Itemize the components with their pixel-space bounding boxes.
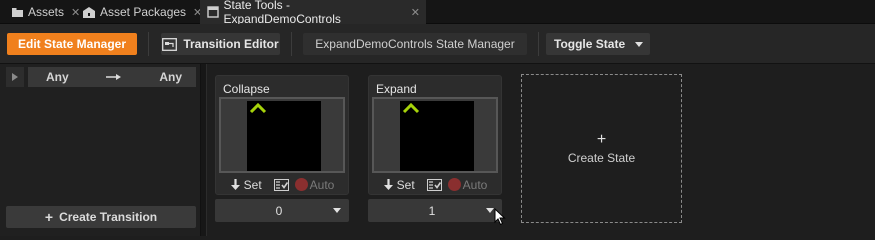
state-card-collapse[interactable]: Collapse Set Auto bbox=[215, 75, 349, 195]
transition-editor-label: Transition Editor bbox=[183, 37, 279, 51]
create-state-button[interactable]: + Create State bbox=[521, 74, 682, 223]
create-transition-label: Create Transition bbox=[59, 210, 158, 224]
create-transition-button[interactable]: + Create Transition bbox=[6, 206, 196, 228]
plus-icon: + bbox=[596, 130, 607, 148]
toggle-state-dropdown[interactable]: Toggle State bbox=[546, 33, 650, 55]
state-value: 1 bbox=[428, 203, 436, 218]
window-icon bbox=[206, 5, 219, 19]
state-preview-frame bbox=[219, 97, 345, 173]
transition-to: Any bbox=[159, 70, 182, 84]
tab-label: Asset Packages bbox=[100, 5, 187, 19]
auto-record-toggle[interactable]: Auto bbox=[294, 177, 335, 192]
record-icon bbox=[447, 178, 461, 191]
state-manager-name-field[interactable]: ExpandDemoControls State Manager bbox=[303, 33, 527, 55]
play-icon[interactable] bbox=[6, 67, 24, 87]
state-card-expand[interactable]: Expand Set Auto bbox=[368, 75, 502, 195]
auto-record-toggle[interactable]: Auto bbox=[447, 177, 488, 192]
chevron-down-icon bbox=[486, 208, 494, 213]
panel-splitter[interactable] bbox=[201, 64, 207, 236]
set-button[interactable]: Set bbox=[230, 178, 262, 192]
tab-label: State Tools - ExpandDemoControls bbox=[223, 0, 341, 26]
toolbar-divider bbox=[291, 32, 292, 56]
toggle-state-label: Toggle State bbox=[554, 37, 626, 51]
folder-icon bbox=[10, 5, 24, 19]
package-icon bbox=[82, 5, 96, 19]
transitions-panel: Any Any + Create Transition bbox=[0, 64, 201, 236]
chevron-up-icon bbox=[402, 102, 420, 114]
checklist-icon[interactable] bbox=[273, 178, 289, 191]
state-actions: Set Auto bbox=[216, 176, 348, 193]
create-state-label: Create State bbox=[567, 150, 636, 165]
auto-label: Auto bbox=[309, 177, 335, 192]
toolbar-divider bbox=[148, 32, 149, 56]
tab-bar: Assets ✕ Asset Packages ✕ State Tools - … bbox=[0, 0, 875, 26]
auto-label: Auto bbox=[462, 177, 488, 192]
record-icon bbox=[294, 178, 308, 191]
tab-label: Assets bbox=[28, 5, 65, 19]
arrow-down-icon bbox=[383, 178, 393, 190]
toolbar-divider bbox=[538, 32, 539, 56]
transition-row[interactable]: Any Any bbox=[6, 67, 196, 87]
plus-icon: + bbox=[44, 209, 54, 225]
set-button[interactable]: Set bbox=[383, 178, 415, 192]
set-label: Set bbox=[243, 177, 262, 192]
mouse-cursor-icon bbox=[494, 208, 506, 226]
arrow-down-icon bbox=[230, 178, 240, 190]
transition-from: Any bbox=[46, 70, 69, 84]
close-icon[interactable]: ✕ bbox=[411, 6, 420, 19]
chevron-up-icon bbox=[249, 102, 267, 114]
state-value: 0 bbox=[275, 203, 283, 218]
state-name: Expand bbox=[376, 82, 417, 96]
checklist-icon[interactable] bbox=[426, 178, 442, 191]
tab-assets[interactable]: Assets ✕ bbox=[4, 0, 86, 24]
state-preview-frame bbox=[372, 97, 498, 173]
tab-asset-packages[interactable]: Asset Packages ✕ bbox=[76, 0, 208, 24]
state-name: Collapse bbox=[223, 82, 270, 96]
state-value-dropdown[interactable]: 1 bbox=[368, 199, 502, 222]
transition-editor-icon bbox=[162, 37, 178, 51]
edit-state-manager-button[interactable]: Edit State Manager bbox=[7, 33, 137, 55]
state-value-dropdown[interactable]: 0 bbox=[215, 199, 349, 222]
transition-editor-button[interactable]: Transition Editor bbox=[161, 33, 280, 55]
state-preview bbox=[400, 101, 474, 171]
toolbar: Edit State Manager Transition Editor Exp… bbox=[0, 24, 875, 64]
chevron-down-icon bbox=[333, 208, 341, 213]
state-actions: Set Auto bbox=[369, 176, 501, 193]
arrow-right-icon bbox=[106, 73, 122, 81]
tab-state-tools[interactable]: State Tools - ExpandDemoControls ✕ bbox=[200, 0, 426, 26]
transition-pair[interactable]: Any Any bbox=[28, 67, 196, 87]
state-preview bbox=[247, 101, 321, 171]
set-label: Set bbox=[396, 177, 415, 192]
chevron-down-icon bbox=[635, 41, 644, 47]
